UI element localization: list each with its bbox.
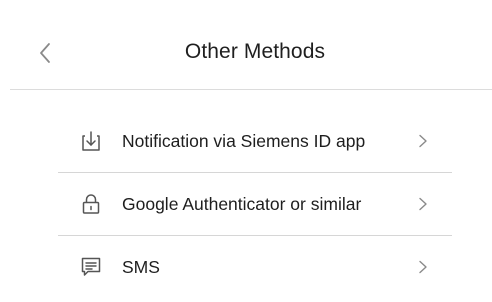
chevron-right-icon bbox=[416, 197, 430, 211]
method-google-authenticator[interactable]: Google Authenticator or similar bbox=[58, 173, 452, 236]
header-divider bbox=[10, 89, 492, 90]
method-sms[interactable]: SMS bbox=[58, 236, 452, 298]
chevron-right-icon bbox=[416, 260, 430, 274]
message-icon bbox=[80, 256, 102, 278]
chevron-right-icon bbox=[416, 134, 430, 148]
methods-list: Notification via Siemens ID app Google A… bbox=[58, 110, 452, 298]
method-label: SMS bbox=[122, 256, 160, 277]
header: Other Methods bbox=[0, 0, 492, 90]
page-title: Other Methods bbox=[184, 40, 326, 63]
download-icon bbox=[80, 130, 102, 152]
method-label: Notification via Siemens ID app bbox=[122, 130, 366, 151]
method-label: Google Authenticator or similar bbox=[122, 193, 362, 214]
lock-icon bbox=[80, 193, 102, 215]
method-siemens-app-notification[interactable]: Notification via Siemens ID app bbox=[58, 110, 452, 173]
